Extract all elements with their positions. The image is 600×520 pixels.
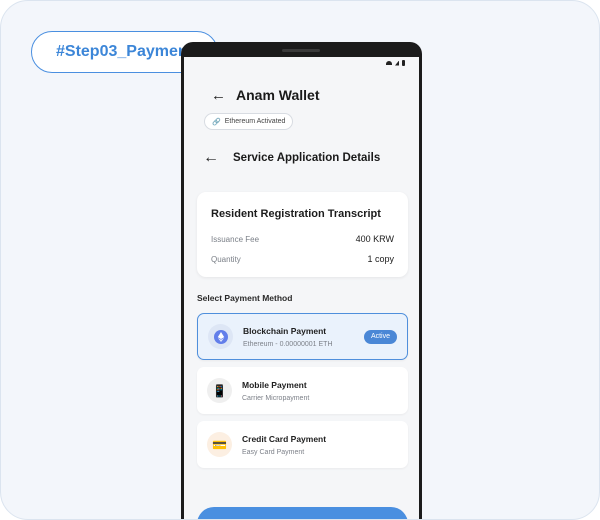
quantity-row: Quantity 1 copy [211,254,394,264]
payment-option-sub: Carrier Micropayment [242,394,310,402]
link-icon: 🔗 [212,118,221,126]
app-title: Anam Wallet [236,87,320,103]
network-chip-label: Ethereum Activated [224,118,286,125]
battery-icon [402,60,405,66]
status-badge: Active [363,329,397,344]
status-bar-icons [386,60,405,66]
app-header: ← Anam Wallet [211,87,320,103]
ethereum-icon [208,324,233,349]
page-title: Service Application Details [233,152,381,164]
payment-option-name: Mobile Payment [242,379,307,390]
payment-option-blockchain[interactable]: Blockchain Payment Ethereum - 0.00000001… [197,313,408,360]
payment-option-name: Blockchain Payment [243,325,327,336]
signal-icon [395,60,399,66]
service-title: Resident Registration Transcript [211,208,381,220]
fee-row: Issuance Fee 400 KRW [211,234,394,244]
payment-option-mobile[interactable]: 📱 Mobile Payment Carrier Micropayment [197,367,408,414]
wifi-icon [386,61,392,65]
quantity-value: 1 copy [367,254,394,264]
phone-icon: 📱 [207,378,232,403]
payment-section-label: Select Payment Method [197,293,293,303]
fee-label: Issuance Fee [211,234,260,244]
fee-value: 400 KRW [355,234,394,244]
page-header: ← Service Application Details [203,150,380,166]
service-summary-card: Resident Registration Transcript Issuanc… [197,192,408,277]
make-payment-button[interactable]: Make Payment [197,507,408,519]
credit-card-icon: 💳 [207,432,232,457]
network-chip[interactable]: 🔗 Ethereum Activated [204,113,294,130]
payment-option-name: Credit Card Payment [242,433,327,444]
quantity-label: Quantity [211,254,241,264]
canvas: #Step03_Payment ← Anam Wallet 🔗 Ethereum… [0,0,600,520]
arrow-left-icon[interactable]: ← [211,88,226,103]
payment-option-sub: Ethereum - 0.00000001 ETH [243,340,333,348]
arrow-left-icon[interactable]: ← [203,150,219,166]
phone-frame: ← Anam Wallet 🔗 Ethereum Activated ← Ser… [181,42,422,519]
phone-speaker [282,49,320,52]
payment-option-sub: Easy Card Payment [242,448,305,456]
payment-option-credit-card[interactable]: 💳 Credit Card Payment Easy Card Payment [197,421,408,468]
phone-screen: ← Anam Wallet 🔗 Ethereum Activated ← Ser… [184,57,419,519]
